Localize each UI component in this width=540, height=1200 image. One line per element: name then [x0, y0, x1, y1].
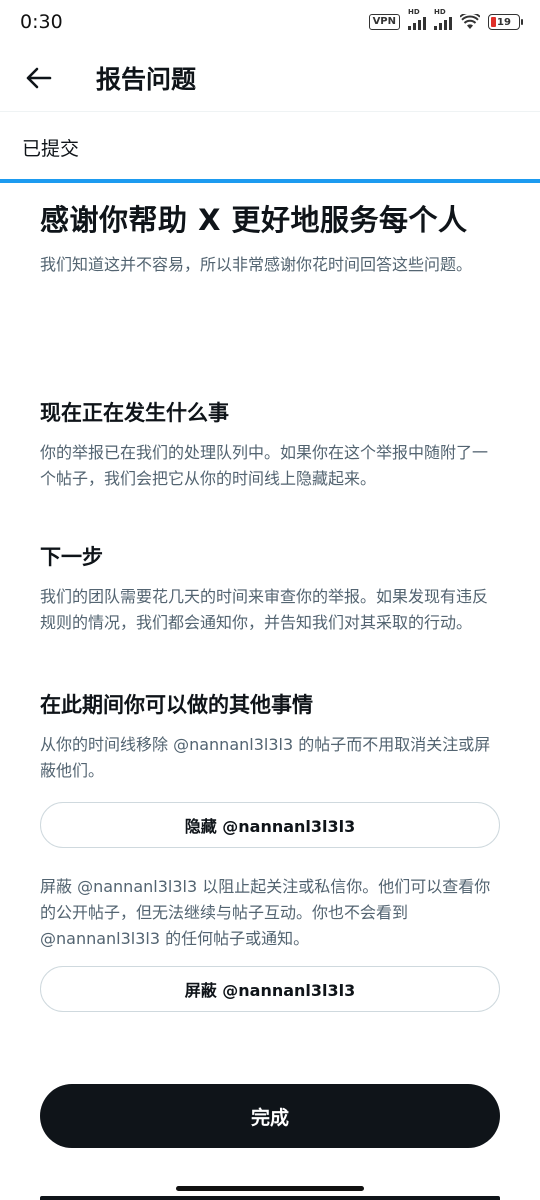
section-other: 在此期间你可以做的其他事情 从你的时间线移除 @nannanl3l3l3 的帖子… [40, 690, 500, 784]
block-user-button[interactable]: 屏蔽 @nannanl3l3l3 [40, 966, 500, 1012]
back-button[interactable] [22, 61, 56, 95]
section-text-happening: 你的举报已在我们的处理队列中。如果你在这个举报中随附了一个帖子，我们会把它从你的… [40, 443, 489, 488]
signal-icon-2: HD [434, 8, 452, 30]
hide-description: 从你的时间线移除 @nannanl3l3l3 的帖子而不用取消关注或屏蔽他们。 [40, 735, 491, 780]
step-label: 已提交 [22, 137, 80, 160]
intro-section: 感谢你帮助 X 更好地服务每个人 我们知道这并不容易，所以非常感谢你花时间回答这… [40, 200, 500, 278]
battery-icon: 19 [488, 14, 523, 30]
wifi-icon [460, 14, 480, 30]
page-title: 报告问题 [96, 64, 197, 94]
status-bar: 0:30 VPN HD HD 19 [0, 0, 540, 44]
section-title-happening: 现在正在发生什么事 [40, 401, 229, 425]
section-title-other: 在此期间你可以做的其他事情 [40, 693, 313, 717]
battery-level: 19 [497, 16, 511, 28]
section-title-next: 下一步 [40, 545, 103, 569]
progress-bar [0, 179, 540, 183]
main-title: 感谢你帮助 X 更好地服务每个人 [40, 203, 468, 237]
section-happening: 现在正在发生什么事 你的举报已在我们的处理队列中。如果你在这个举报中随附了一个帖… [40, 398, 500, 492]
bottom-edge [40, 1196, 500, 1200]
vpn-badge: VPN [368, 14, 400, 30]
arrow-left-icon [26, 67, 52, 88]
status-icons: VPN HD HD 19 [368, 8, 523, 30]
section-next: 下一步 我们的团队需要花几天的时间来审查你的举报。如果发现有违反规则的情况，我们… [40, 542, 500, 636]
status-time: 0:30 [20, 11, 63, 33]
signal-icon: HD [408, 8, 426, 30]
block-description: 屏蔽 @nannanl3l3l3 以阻止起关注或私信你。他们可以查看你的公开帖子… [40, 877, 491, 948]
section-text-next: 我们的团队需要花几天的时间来审查你的举报。如果发现有违反规则的情况，我们都会通知… [40, 587, 489, 632]
step-row: 已提交 [0, 113, 540, 181]
hide-user-button[interactable]: 隐藏 @nannanl3l3l3 [40, 802, 500, 848]
app-header: 报告问题 [0, 44, 540, 112]
done-button[interactable]: 完成 [40, 1084, 500, 1148]
block-description-wrap: 屏蔽 @nannanl3l3l3 以阻止起关注或私信你。他们可以查看你的公开帖子… [40, 862, 500, 952]
main-subtitle: 我们知道这并不容易，所以非常感谢你花时间回答这些问题。 [40, 255, 473, 274]
gesture-nav-handle[interactable] [176, 1186, 364, 1191]
